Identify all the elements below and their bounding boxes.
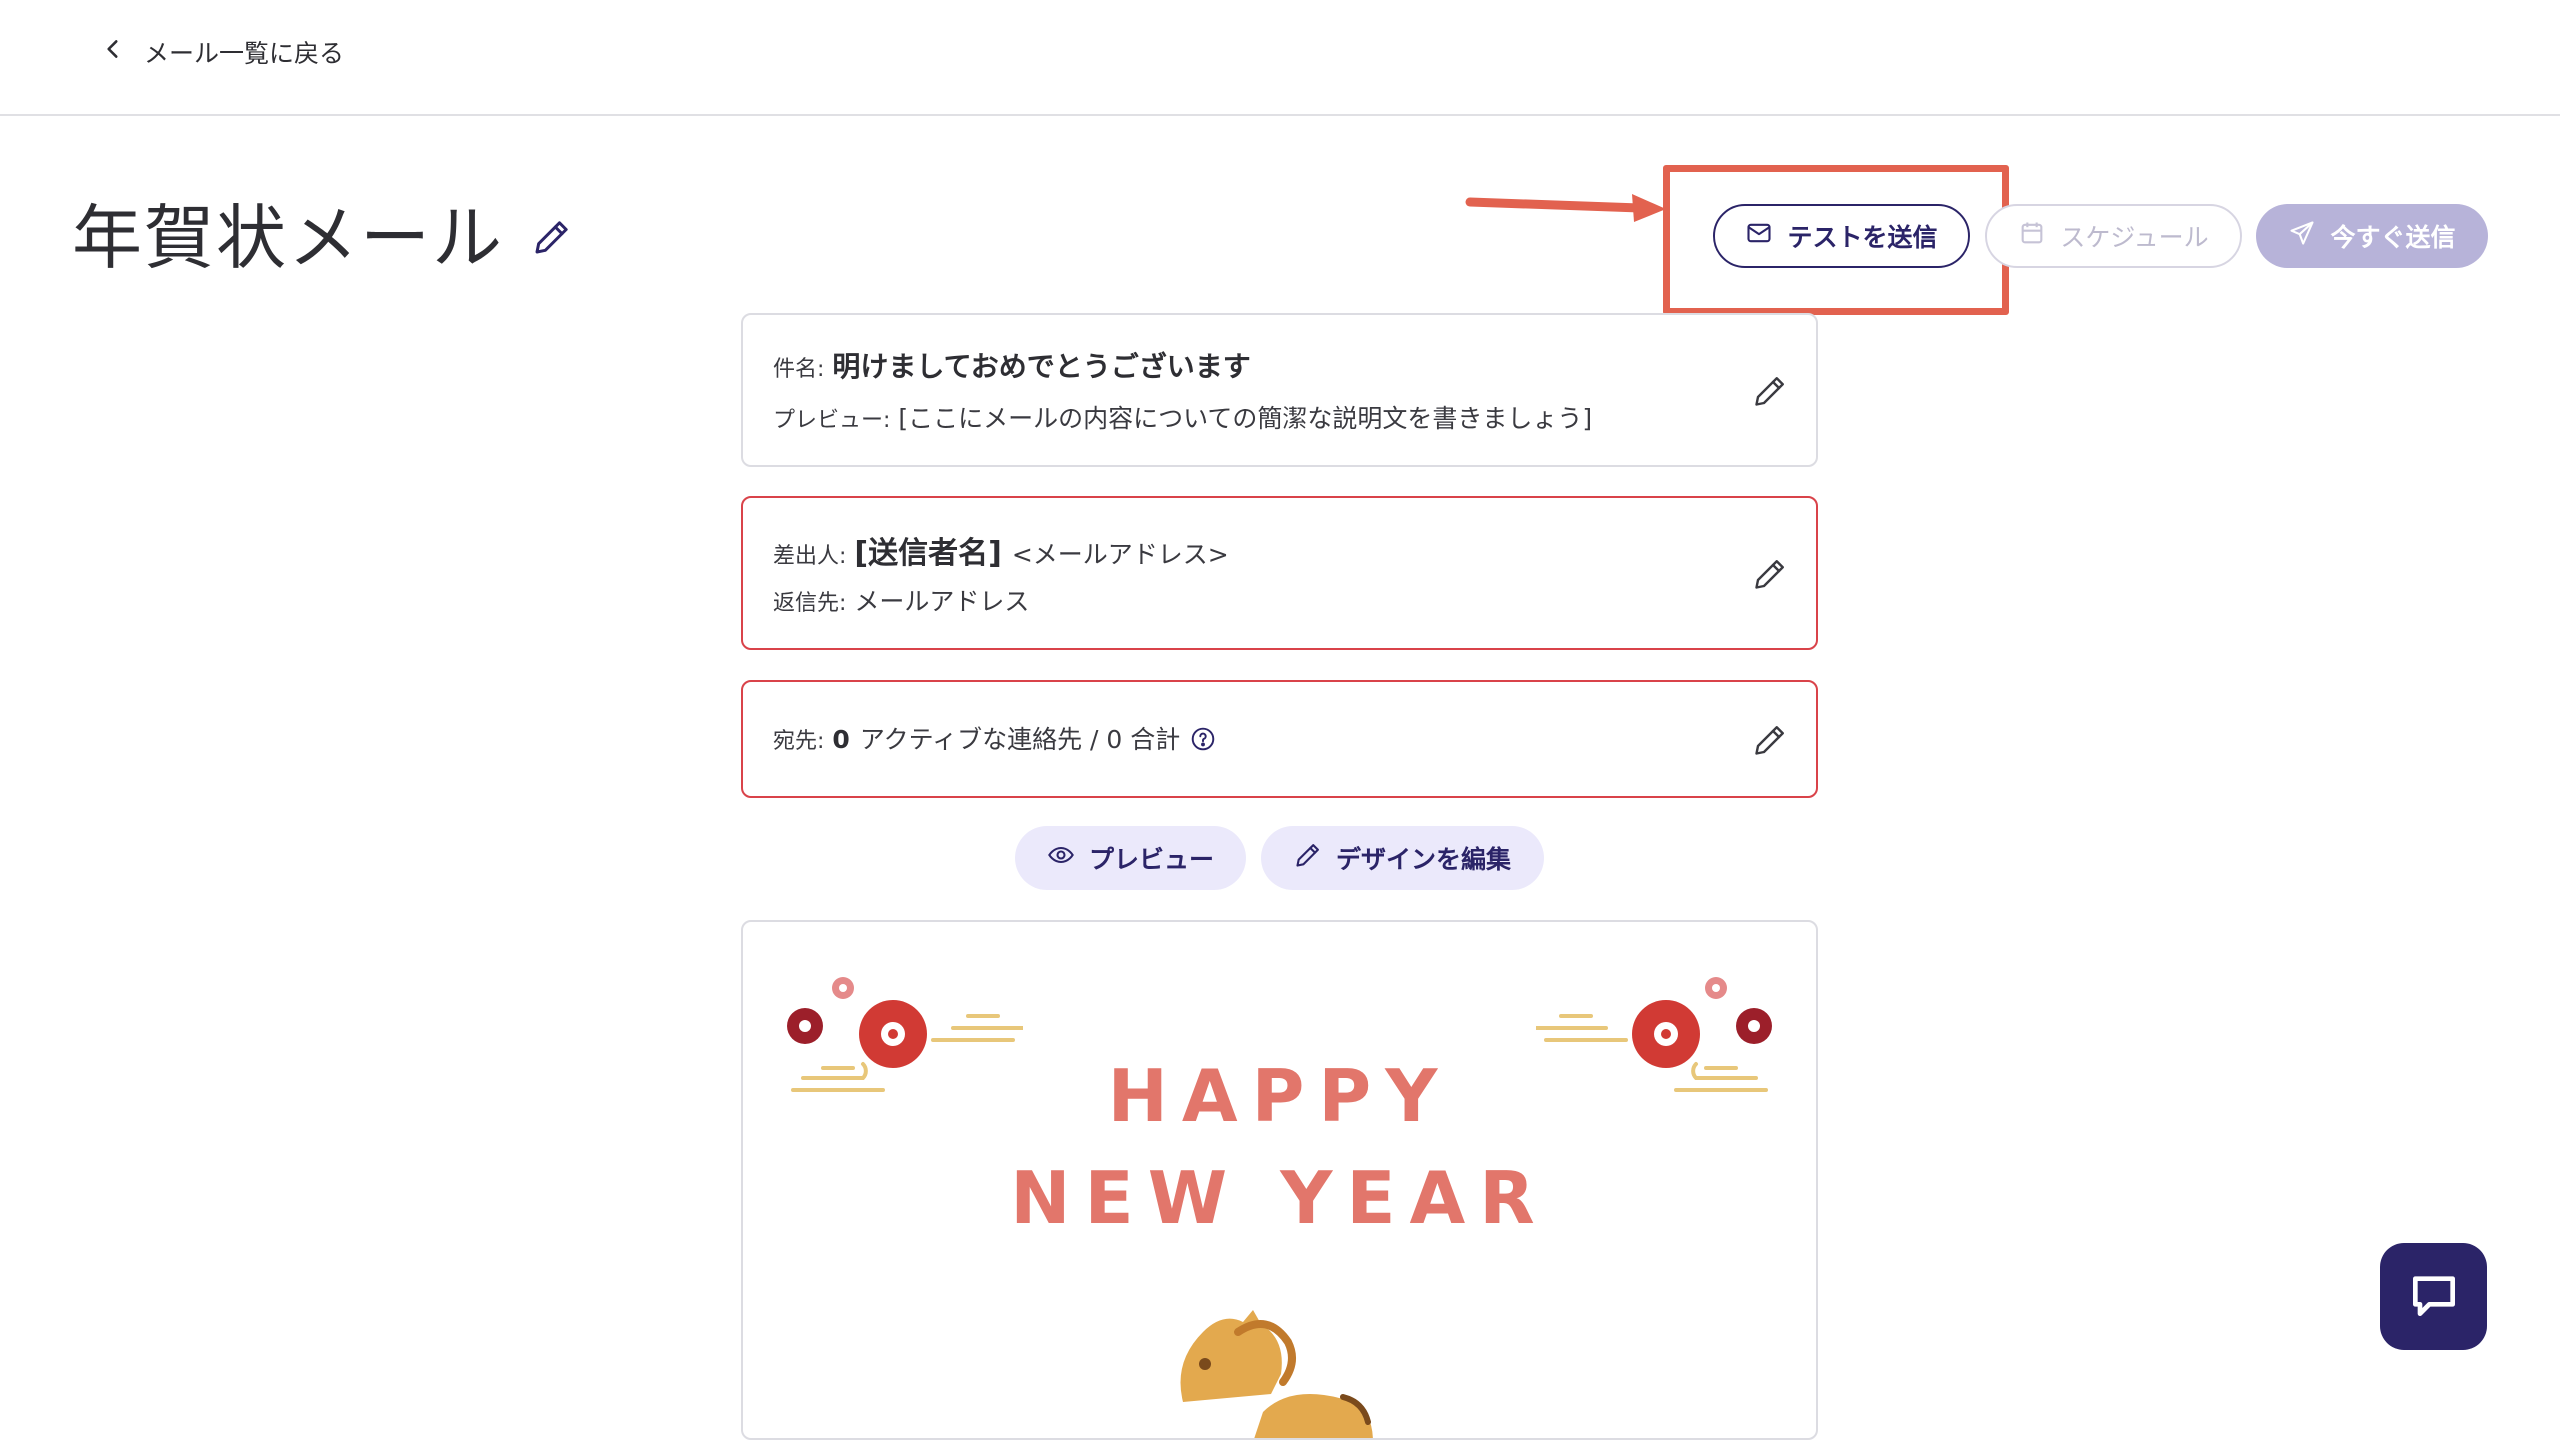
from-address: <メールアドレス> xyxy=(1011,540,1229,569)
recipient-card[interactable]: 宛先: 0 アクティブな連絡先 / 0 合計 xyxy=(741,680,1818,798)
edit-design-button[interactable]: デザインを編集 xyxy=(1261,826,1544,890)
horse-illustration xyxy=(1180,1310,1373,1438)
preview-button-label: プレビュー xyxy=(1088,845,1214,874)
email-preview: HAPPY NEW YEAR xyxy=(741,920,1818,1440)
send-now-label: 今すぐ送信 xyxy=(2330,223,2456,252)
from-row: 差出人: [送信者名] <メールアドレス> xyxy=(773,528,1229,572)
preview-button[interactable]: プレビュー xyxy=(1015,826,1246,890)
reply-to-row: 返信先: メールアドレス xyxy=(773,582,1029,618)
back-link-label: メール一覧に戻る xyxy=(144,39,345,68)
send-now-button[interactable]: 今すぐ送信 xyxy=(2256,204,2488,268)
subject-label: 件名: xyxy=(773,357,825,382)
active-contact-count: 0 xyxy=(832,725,850,754)
preview-text-value: [ここにメールの内容についての簡潔な説明文を書きましょう] xyxy=(898,404,1593,433)
from-name: [送信者名] xyxy=(854,536,1002,571)
subject-value: 明けましておめでとうございます xyxy=(832,350,1251,383)
schedule-button[interactable]: スケジュール xyxy=(1985,204,2242,268)
pencil-icon[interactable] xyxy=(1752,556,1788,592)
subject-card[interactable]: 件名: 明けましておめでとうございます プレビュー: [ここにメールの内容につい… xyxy=(741,313,1818,467)
schedule-label: スケジュール xyxy=(2060,223,2209,252)
greeting-line-1: HAPPY xyxy=(1107,1054,1452,1138)
paper-plane-icon xyxy=(2288,219,2316,253)
to-label: 宛先: xyxy=(773,729,825,754)
back-to-mail-list-link[interactable]: メール一覧に戻る xyxy=(100,32,344,72)
page-title: 年賀状メール xyxy=(72,182,572,283)
pencil-icon xyxy=(1294,841,1322,875)
greeting-line-2: NEW YEAR xyxy=(1010,1156,1549,1240)
envelope-icon xyxy=(1745,219,1773,253)
reply-to-value: メールアドレス xyxy=(854,587,1030,616)
to-row: 宛先: 0 アクティブな連絡先 / 0 合計 xyxy=(773,720,1216,756)
chat-bubble-icon xyxy=(2406,1267,2462,1327)
preview-text-row: プレビュー: [ここにメールの内容についての簡潔な説明文を書きましょう] xyxy=(773,399,1592,435)
reply-to-label: 返信先: xyxy=(773,591,847,616)
pencil-icon[interactable] xyxy=(532,192,572,274)
calendar-icon xyxy=(2018,219,2046,253)
edit-design-label: デザインを編集 xyxy=(1335,845,1511,874)
chevron-left-icon xyxy=(100,36,126,68)
annotation-arrow xyxy=(1465,194,1666,222)
page-title-text: 年賀状メール xyxy=(72,197,504,279)
send-test-button[interactable]: テストを送信 xyxy=(1713,204,1970,268)
from-label: 差出人: xyxy=(773,544,847,569)
chat-support-button[interactable] xyxy=(2380,1243,2487,1350)
pencil-icon[interactable] xyxy=(1752,373,1788,409)
eye-icon xyxy=(1047,841,1075,875)
pencil-icon[interactable] xyxy=(1752,722,1788,758)
preview-text-label: プレビュー: xyxy=(773,408,891,433)
send-test-label: テストを送信 xyxy=(1787,223,1938,252)
contact-summary: アクティブな連絡先 / 0 合計 xyxy=(859,725,1181,754)
sender-card[interactable]: 差出人: [送信者名] <メールアドレス> 返信先: メールアドレス xyxy=(741,496,1818,650)
question-circle-icon[interactable] xyxy=(1190,726,1216,752)
top-bar: メール一覧に戻る xyxy=(0,0,2560,116)
subject-row: 件名: 明けましておめでとうございます xyxy=(773,345,1251,385)
